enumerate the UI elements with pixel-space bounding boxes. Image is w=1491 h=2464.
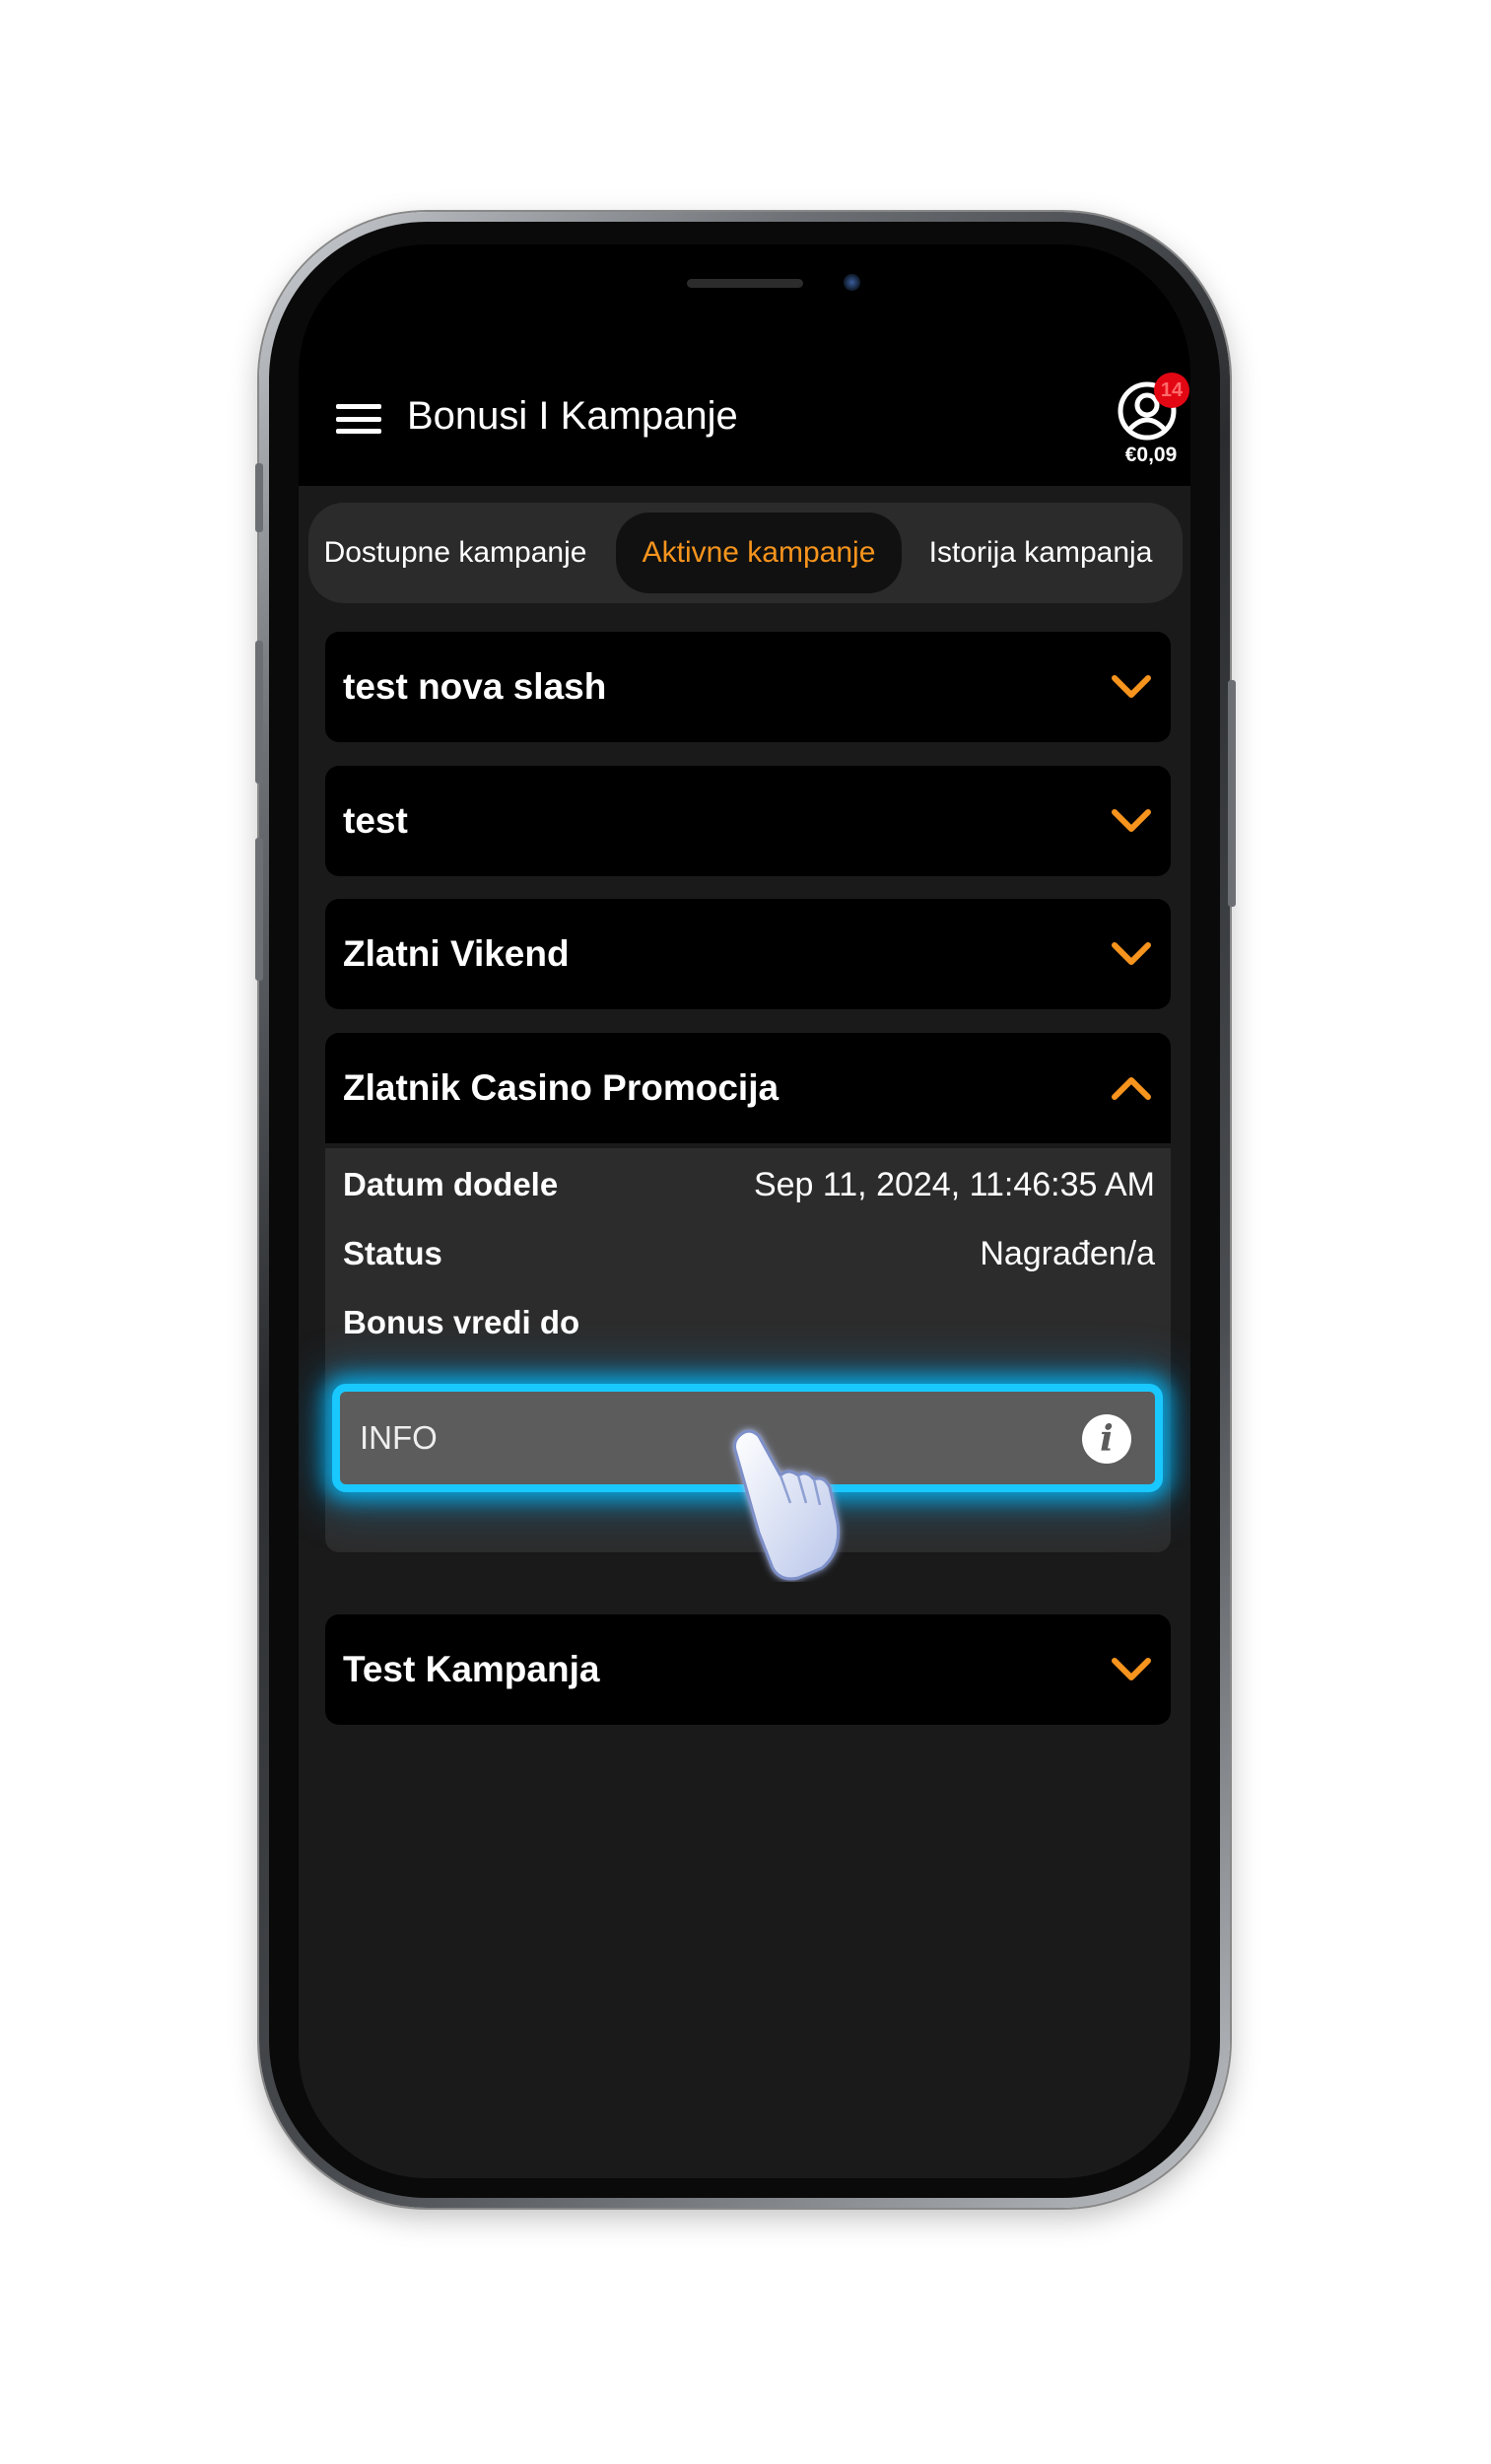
campaign-card[interactable]: Test Kampanja	[325, 1614, 1171, 1725]
campaign-card-expanded[interactable]: Zlatnik Casino Promocija	[325, 1033, 1171, 1143]
phone-screen: Bonusi I Kampanje 14 €0,09 Dostupne kamp…	[299, 244, 1190, 2178]
chevron-down-icon[interactable]	[1110, 805, 1153, 837]
notification-badge[interactable]: 14	[1154, 373, 1189, 408]
chevron-down-icon[interactable]	[1110, 671, 1153, 703]
status-label: Status	[343, 1235, 442, 1271]
tab-campaign-history[interactable]: Istorija kampanja	[898, 513, 1184, 593]
campaign-card[interactable]: Zlatni Vikend	[325, 899, 1171, 1009]
campaign-title: Test Kampanja	[343, 1649, 600, 1689]
campaign-tabs: Dostupne kampanje Aktivne kampanje Istor…	[308, 503, 1183, 603]
pointing-hand-icon	[733, 1429, 841, 1581]
status-value: Nagrađen/a	[980, 1235, 1155, 1272]
volume-down-button	[255, 838, 263, 981]
tab-active-campaigns[interactable]: Aktivne kampanje	[616, 513, 902, 593]
tab-available-campaigns[interactable]: Dostupne kampanje	[312, 513, 598, 593]
earpiece-speaker	[687, 279, 803, 288]
campaign-title: Zlatni Vikend	[343, 933, 570, 974]
page-title: Bonusi I Kampanje	[407, 394, 738, 438]
hamburger-menu-icon[interactable]	[336, 404, 381, 434]
date-awarded-label: Datum dodele	[343, 1166, 559, 1202]
chevron-down-icon[interactable]	[1110, 1654, 1153, 1685]
campaign-card[interactable]: test	[325, 766, 1171, 876]
info-button-label: INFO	[360, 1419, 438, 1456]
chevron-up-icon[interactable]	[1110, 1072, 1153, 1104]
front-camera	[844, 274, 860, 291]
campaign-title: test nova slash	[343, 666, 607, 707]
chevron-down-icon[interactable]	[1110, 938, 1153, 970]
campaign-title: test	[343, 800, 408, 841]
campaign-card[interactable]: test nova slash	[325, 632, 1171, 742]
bonus-valid-until-label: Bonus vredi do	[343, 1304, 580, 1340]
account-balance: €0,09	[1124, 444, 1178, 466]
campaign-title: Zlatnik Casino Promocija	[343, 1067, 779, 1108]
power-button	[1228, 680, 1236, 907]
volume-up-button	[255, 641, 263, 784]
info-icon: i	[1082, 1414, 1131, 1464]
date-awarded-value: Sep 11, 2024, 11:46:35 AM	[753, 1166, 1155, 1203]
mute-switch	[255, 463, 263, 532]
